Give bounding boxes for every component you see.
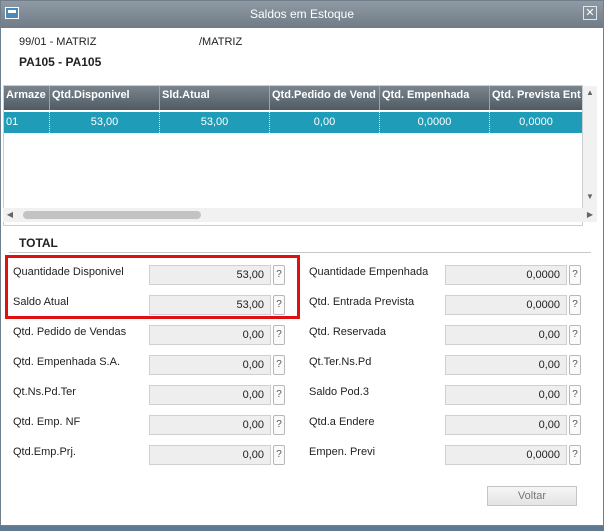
help-icon[interactable]: ? xyxy=(569,325,581,345)
field-qtd-emp-prj[interactable]: 0,00 xyxy=(149,445,271,465)
title-bar: Saldos em Estoque ✕ xyxy=(1,1,603,28)
total-heading: TOTAL xyxy=(19,236,58,250)
label-qtd-emp-nf: Qtd. Emp. NF xyxy=(13,416,81,428)
label-qtd-reservada: Qtd. Reservada xyxy=(309,326,387,338)
field-qtd-pedido-vendas[interactable]: 0,00 xyxy=(149,325,271,345)
dialog-window: Saldos em Estoque ✕ 99/01 - MATRIZ /MATR… xyxy=(0,0,604,526)
help-icon[interactable]: ? xyxy=(569,355,581,375)
help-icon[interactable]: ? xyxy=(273,445,285,465)
label-qtd-a-endere: Qtd.a Endere xyxy=(309,416,375,428)
label-qtd-empenhada-sa: Qtd. Empenhada S.A. xyxy=(13,356,121,368)
field-qtd-empenhada-sa[interactable]: 0,00 xyxy=(149,355,271,375)
field-qt-ter-ns-pd[interactable]: 0,00 xyxy=(445,355,567,375)
label-qt-ns-pd-ter: Qt.Ns.Pd.Ter xyxy=(13,386,76,398)
field-qtd-emp-nf[interactable]: 0,00 xyxy=(149,415,271,435)
help-icon[interactable]: ? xyxy=(569,385,581,405)
grid-header: Armaze Qtd.Disponivel Sld.Atual Qtd.Pedi… xyxy=(4,86,582,110)
scroll-left-icon[interactable]: ◀ xyxy=(3,208,17,222)
help-icon[interactable]: ? xyxy=(273,385,285,405)
scroll-thumb[interactable] xyxy=(23,211,201,219)
col-qtd-prevista-entrada[interactable]: Qtd. Prevista Ent xyxy=(490,86,582,110)
cell-qtd-empenhada: 0,0000 xyxy=(380,112,490,133)
cell-qtd-pedido-venda: 0,00 xyxy=(270,112,380,133)
help-icon[interactable]: ? xyxy=(569,415,581,435)
col-qtd-empenhada[interactable]: Qtd. Empenhada xyxy=(380,86,490,110)
product-title: PA105 - PA105 xyxy=(19,55,102,69)
label-quantidade-empenhada: Quantidade Empenhada xyxy=(309,266,429,278)
scroll-down-icon[interactable]: ▼ xyxy=(583,190,597,204)
col-qtd-disponivel[interactable]: Qtd.Disponivel xyxy=(50,86,160,110)
field-empen-previ[interactable]: 0,0000 xyxy=(445,445,567,465)
help-icon[interactable]: ? xyxy=(273,355,285,375)
field-qtd-a-endere[interactable]: 0,00 xyxy=(445,415,567,435)
back-button[interactable]: Voltar xyxy=(487,486,577,506)
label-qtd-entrada-prevista: Qtd. Entrada Prevista xyxy=(309,296,415,308)
window-title: Saldos em Estoque xyxy=(249,7,355,21)
close-icon[interactable]: ✕ xyxy=(583,6,597,20)
cell-armazem: 01 xyxy=(4,112,50,133)
col-sld-atual[interactable]: Sld.Atual xyxy=(160,86,270,110)
highlight-box xyxy=(5,255,300,319)
label-qt-ter-ns-pd: Qt.Ter.Ns.Pd xyxy=(309,356,372,368)
col-qtd-pedido-venda[interactable]: Qtd.Pedido de Vend xyxy=(270,86,380,110)
field-qt-ns-pd-ter[interactable]: 0,00 xyxy=(149,385,271,405)
label-empen-previ: Empen. Previ xyxy=(309,446,376,458)
help-icon[interactable]: ? xyxy=(569,295,581,315)
help-icon[interactable]: ? xyxy=(569,445,581,465)
field-qtd-reservada[interactable]: 0,00 xyxy=(445,325,567,345)
vertical-scrollbar[interactable]: ▲ ▼ xyxy=(583,86,597,222)
cell-qtd-prevista-entrada: 0,0000 xyxy=(519,116,553,128)
branch-code: 99/01 - MATRIZ xyxy=(19,36,97,48)
stock-grid[interactable]: Armaze Qtd.Disponivel Sld.Atual Qtd.Pedi… xyxy=(3,85,583,226)
field-quantidade-empenhada[interactable]: 0,0000 xyxy=(445,265,567,285)
label-saldo-pod3: Saldo Pod.3 xyxy=(309,386,369,398)
label-qtd-pedido-vendas: Qtd. Pedido de Vendas xyxy=(13,326,127,338)
help-icon[interactable]: ? xyxy=(273,325,285,345)
horizontal-scrollbar[interactable]: ◀ ▶ xyxy=(3,208,597,222)
branch-name: /MATRIZ xyxy=(199,36,243,48)
scroll-up-icon[interactable]: ▲ xyxy=(583,86,597,100)
cell-qtd-disponivel: 53,00 xyxy=(50,112,160,133)
divider xyxy=(9,252,591,253)
col-armazem[interactable]: Armaze xyxy=(4,86,50,110)
help-icon[interactable]: ? xyxy=(569,265,581,285)
cell-sld-atual: 53,00 xyxy=(160,112,270,133)
field-qtd-entrada-prevista[interactable]: 0,0000 xyxy=(445,295,567,315)
help-icon[interactable]: ? xyxy=(273,415,285,435)
field-saldo-pod3[interactable]: 0,00 xyxy=(445,385,567,405)
table-row[interactable]: 01 53,00 53,00 0,00 0,0000 0,0000 xyxy=(4,112,582,133)
scroll-right-icon[interactable]: ▶ xyxy=(583,208,597,222)
label-qtd-emp-prj: Qtd.Emp.Prj. xyxy=(13,446,76,458)
